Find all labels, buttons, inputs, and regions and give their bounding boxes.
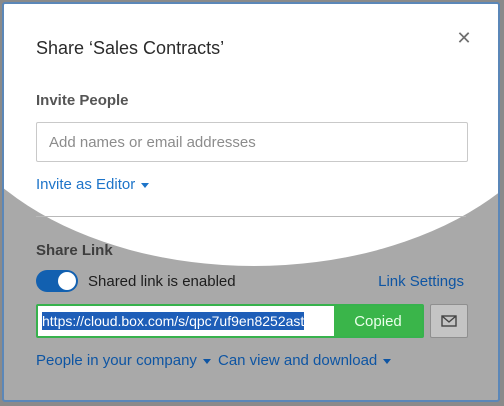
envelope-icon (441, 315, 457, 327)
link-access-dropdown[interactable]: People in your company (36, 352, 211, 369)
shared-link-row: https://cloud.box.com/s/qpc7uf9en8252ast… (36, 304, 424, 338)
chevron-down-icon (141, 182, 150, 188)
invite-email-input[interactable] (36, 122, 468, 162)
shared-link-toggle[interactable] (36, 270, 78, 292)
invite-role-dropdown[interactable]: Invite as Editor (36, 176, 150, 193)
invite-people-heading: Invite People (36, 92, 129, 109)
toggle-knob (58, 272, 76, 290)
share-link-heading: Share Link (36, 242, 113, 259)
shared-link-url: https://cloud.box.com/s/qpc7uf9en8252ast (42, 312, 305, 330)
chevron-down-icon (383, 358, 392, 364)
dialog-title: Share ‘Sales Contracts’ (36, 38, 225, 58)
link-settings-link[interactable]: Link Settings (378, 273, 464, 290)
chevron-down-icon (202, 358, 211, 364)
link-permission-label: Can view and download (218, 352, 378, 369)
section-divider (36, 216, 466, 217)
shared-link-status: Shared link is enabled (88, 273, 236, 290)
link-access-label: People in your company (36, 352, 197, 369)
email-link-button[interactable] (430, 304, 468, 338)
share-dialog: Share ‘Sales Contracts’ ✕ Invite People … (2, 2, 500, 402)
close-icon[interactable]: ✕ (456, 29, 472, 47)
link-permission-dropdown[interactable]: Can view and download (218, 352, 392, 369)
shared-link-url-field[interactable]: https://cloud.box.com/s/qpc7uf9en8252ast (38, 306, 334, 336)
copy-link-button[interactable]: Copied (334, 306, 422, 336)
invite-role-label: Invite as Editor (36, 176, 136, 193)
